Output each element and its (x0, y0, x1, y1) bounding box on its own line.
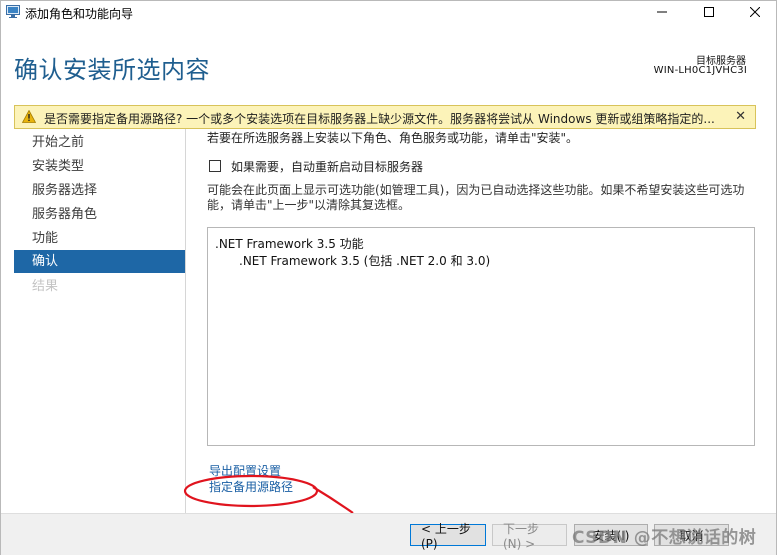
warning-close-icon[interactable]: ✕ (735, 109, 746, 124)
server-manager-icon (6, 5, 20, 18)
sidebar-item-before-you-begin[interactable]: 开始之前 (14, 131, 185, 154)
title-bar[interactable]: 添加角色和功能向导 (1, 1, 776, 23)
maximize-icon (704, 7, 714, 17)
sidebar-item-server-selection[interactable]: 服务器选择 (14, 179, 185, 202)
warning-bar[interactable]: 是否需要指定备用源路径? 一个或多个安装选项在目标服务器上缺少源文件。服务器将尝… (14, 105, 756, 129)
export-config-link[interactable]: 导出配置设置 (209, 462, 281, 479)
wizard-steps-sidebar: 开始之前 安装类型 服务器选择 服务器角色 功能 确认 结果 (14, 129, 186, 513)
close-button[interactable] (732, 1, 777, 23)
minimize-icon (657, 11, 667, 13)
specify-alternate-source-link[interactable]: 指定备用源路径 (209, 478, 293, 495)
selected-features-list[interactable]: .NET Framework 3.5 功能 .NET Framework 3.5… (207, 227, 755, 446)
sidebar-item-features[interactable]: 功能 (14, 227, 185, 250)
warning-triangle-icon (22, 110, 36, 123)
minimize-button[interactable] (639, 1, 685, 23)
wizard-window: 添加角色和功能向导 确认安装所选内容 目标服务器 WIN-LH0C1JVHC3I… (0, 0, 777, 555)
feature-subitem-netfx35: .NET Framework 3.5 (包括 .NET 2.0 和 3.0) (239, 254, 491, 268)
target-server-name: WIN-LH0C1JVHC3I (653, 65, 747, 76)
window-title: 添加角色和功能向导 (25, 7, 134, 21)
next-button: 下一步(N) > (492, 522, 567, 551)
close-icon (750, 7, 760, 17)
install-instructions: 若要在所选服务器上安装以下角色、角色服务或功能，请单击"安装"。 (207, 131, 579, 145)
watermark: CSDN @不想说话的树 (572, 528, 757, 548)
restart-checkbox-label[interactable]: 如果需要，自动重新启动目标服务器 (231, 158, 423, 175)
optional-features-note: 可能会在此页面上显示可选功能(如管理工具)，因为已自动选择这些功能。如果不希望安… (207, 183, 745, 212)
sidebar-item-results: 结果 (32, 279, 59, 294)
restart-checkbox[interactable] (209, 160, 221, 172)
page-title: 确认安装所选内容 (14, 56, 210, 84)
sidebar-item-server-roles[interactable]: 服务器角色 (14, 203, 185, 226)
sidebar-item-confirmation[interactable]: 确认 (14, 250, 185, 273)
feature-item-netfx35: .NET Framework 3.5 功能 (215, 237, 364, 251)
sidebar-item-installation-type[interactable]: 安装类型 (14, 155, 185, 178)
warning-text: 是否需要指定备用源路径? 一个或多个安装选项在目标服务器上缺少源文件。服务器将尝… (44, 112, 715, 126)
previous-button[interactable]: < 上一步(P) (410, 522, 486, 551)
maximize-button[interactable] (686, 1, 732, 23)
